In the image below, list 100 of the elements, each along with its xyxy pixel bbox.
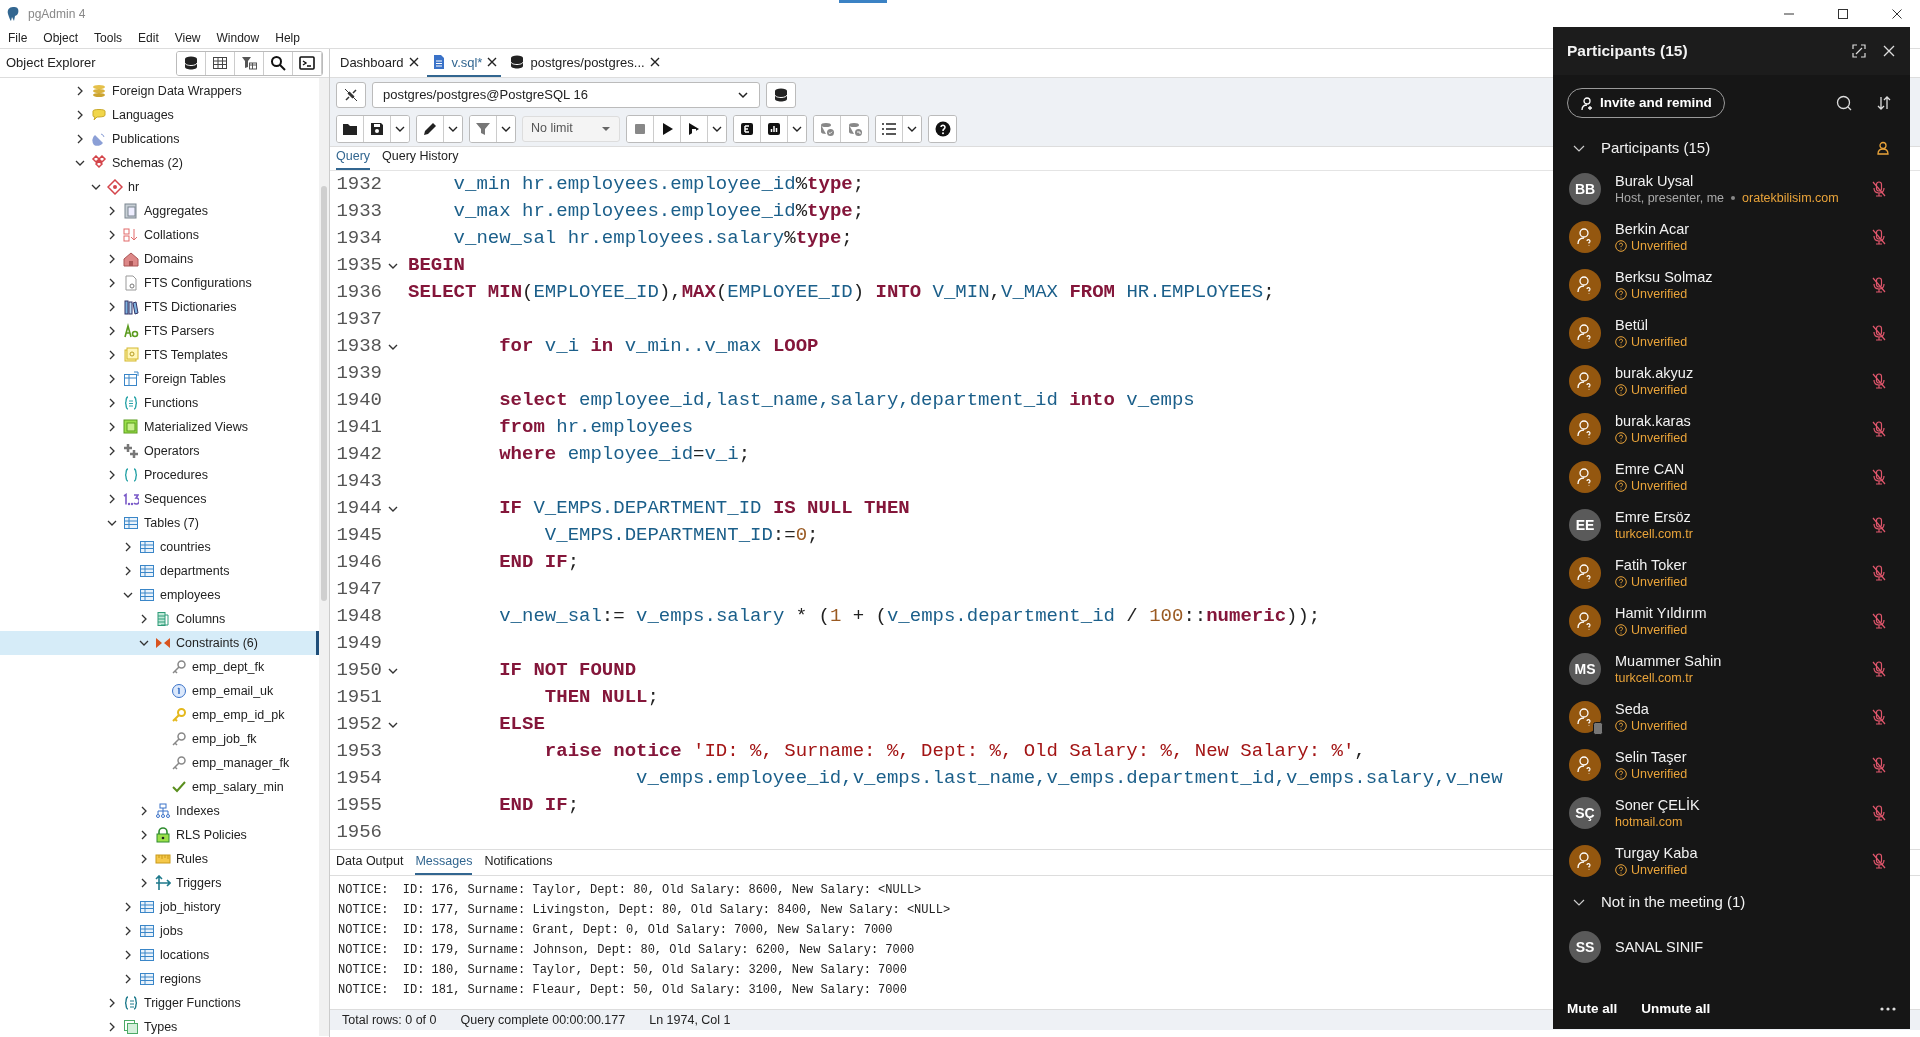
scrollbar-thumb[interactable] [321, 186, 327, 601]
muted-microphone-icon[interactable] [1872, 325, 1886, 341]
tree-item[interactable]: departments [0, 559, 319, 583]
row-limit-dropdown[interactable]: No limit [522, 115, 620, 142]
muted-microphone-icon[interactable] [1872, 757, 1886, 773]
tree-item[interactable]: regions [0, 967, 319, 991]
tree-item[interactable]: FTS Dictionaries [0, 295, 319, 319]
muted-microphone-icon[interactable] [1872, 229, 1886, 245]
muted-microphone-icon[interactable] [1872, 181, 1886, 197]
close-icon[interactable] [487, 57, 498, 68]
tree-item[interactable]: FTS Configurations [0, 271, 319, 295]
close-icon[interactable] [649, 57, 660, 68]
tree-item[interactable]: Rules [0, 847, 319, 871]
edit-button[interactable] [417, 115, 444, 142]
muted-microphone-icon[interactable] [1872, 661, 1886, 677]
menu-item[interactable]: Window [216, 28, 260, 47]
tree-item[interactable]: Operators [0, 439, 319, 463]
macros-button[interactable] [876, 115, 903, 142]
editor-tab[interactable]: postgres/postgres... [505, 49, 664, 77]
close-button[interactable] [1882, 44, 1896, 58]
tree-item[interactable]: RLS Policies [0, 823, 319, 847]
tree-item[interactable]: Foreign Data Wrappers [0, 79, 319, 103]
tree-item[interactable]: emp_emp_id_pk [0, 703, 319, 727]
tree-item[interactable]: Publications [0, 127, 319, 151]
tree-item[interactable]: Languages [0, 103, 319, 127]
tree-item[interactable]: locations [0, 943, 319, 967]
muted-microphone-icon[interactable] [1872, 277, 1886, 293]
new-connection-button[interactable] [766, 81, 796, 108]
pop-out-button[interactable] [1852, 44, 1866, 58]
help-button[interactable] [929, 115, 956, 142]
tree-item[interactable]: emp_manager_fk [0, 751, 319, 775]
muted-microphone-icon[interactable] [1872, 421, 1886, 437]
participant-name: Betül [1615, 315, 1650, 334]
tree-item[interactable]: Tables (7) [0, 511, 319, 535]
tree-item[interactable]: Constraints (6) [0, 631, 319, 655]
footer-button[interactable]: Mute all [1567, 998, 1618, 1020]
search-button[interactable] [1836, 95, 1852, 111]
message-line: NOTICE: ID: 178, Surname: Grant, Dept: 0, Old Salary: 7000, New Salary: 7000 [338, 922, 893, 939]
menu-item[interactable]: Tools [94, 28, 123, 47]
tree-item[interactable]: Indexes [0, 799, 319, 823]
editor-tab[interactable]: Dashboard [336, 49, 423, 77]
result-tab[interactable]: Messages [415, 850, 473, 875]
muted-microphone-icon[interactable] [1872, 469, 1886, 485]
muted-microphone-icon[interactable] [1872, 613, 1886, 629]
muted-microphone-icon[interactable] [1872, 565, 1886, 581]
tree-item[interactable]: FTS Templates [0, 343, 319, 367]
tree-item[interactable]: hr [0, 175, 319, 199]
tree-item[interactable]: job_history [0, 895, 319, 919]
tree-item[interactable]: Types [0, 1015, 319, 1036]
muted-microphone-icon[interactable] [1872, 853, 1886, 869]
tree-item[interactable]: Collations [0, 223, 319, 247]
muted-microphone-icon[interactable] [1872, 805, 1886, 821]
tree-item[interactable]: FTS Parsers [0, 319, 319, 343]
tree-item[interactable]: Foreign Tables [0, 367, 319, 391]
database-check-icon [819, 120, 835, 137]
more-options-button[interactable] [1880, 1007, 1896, 1011]
result-tab[interactable]: Notifications [484, 850, 553, 875]
tree-item[interactable]: Domains [0, 247, 319, 271]
tree-item[interactable]: jobs [0, 919, 319, 943]
tree-item[interactable]: Trigger Functions [0, 991, 319, 1015]
code-line: v_max hr.employees.employee_id%type; [452, 199, 865, 225]
query-tab[interactable]: Query History [382, 145, 459, 170]
menu-item[interactable]: View [174, 28, 201, 47]
sort-button[interactable] [1876, 95, 1892, 111]
muted-microphone-icon[interactable] [1872, 373, 1886, 389]
tree-item[interactable]: Aggregates [0, 199, 319, 223]
open-file-button[interactable] [337, 115, 364, 142]
query-tool-button[interactable] [177, 51, 206, 75]
muted-microphone-icon[interactable] [1872, 709, 1886, 725]
menu-item[interactable]: Object [43, 28, 79, 47]
tree-item[interactable]: Procedures [0, 463, 319, 487]
commit-button[interactable] [814, 115, 841, 142]
tree-item[interactable]: emp_salary_min [0, 775, 319, 799]
participant-name: Muammer Sahin [1615, 651, 1723, 670]
connection-dropdown[interactable]: postgres/postgres@PostgreSQL 16 [372, 81, 760, 108]
connection-status-button[interactable] [336, 81, 366, 108]
query-tab[interactable]: Query [336, 145, 371, 170]
code-line: v_new_sal hr.employees.salary%type; [452, 226, 853, 252]
tree-item[interactable]: employees [0, 583, 319, 607]
menu-item[interactable]: Edit [138, 28, 159, 47]
tree-item[interactable]: Schemas (2) [0, 151, 319, 175]
tree-item[interactable]: Triggers [0, 871, 319, 895]
diamond-icon [107, 179, 123, 195]
tree-item[interactable]: Sequences [0, 487, 319, 511]
tree-item[interactable]: Columns [0, 607, 319, 631]
result-tab[interactable]: Data Output [336, 850, 404, 875]
footer-button[interactable]: Unmute all [1641, 998, 1711, 1020]
filter-button[interactable] [470, 115, 497, 142]
tree-item[interactable]: emp_job_fk [0, 727, 319, 751]
menu-item[interactable]: File [8, 28, 28, 47]
tree-item[interactable]: countries [0, 535, 319, 559]
muted-microphone-icon[interactable] [1872, 517, 1886, 533]
tree-item[interactable]: Materialized Views [0, 415, 319, 439]
tree-item[interactable]: emp_dept_fk [0, 655, 319, 679]
close-icon[interactable] [408, 57, 419, 68]
menu-item[interactable]: Help [275, 28, 300, 47]
explain-button[interactable] [734, 115, 761, 142]
tree-item[interactable]: emp_email_uk [0, 679, 319, 703]
tree-item[interactable]: Functions [0, 391, 319, 415]
person-add-icon [1580, 95, 1594, 111]
